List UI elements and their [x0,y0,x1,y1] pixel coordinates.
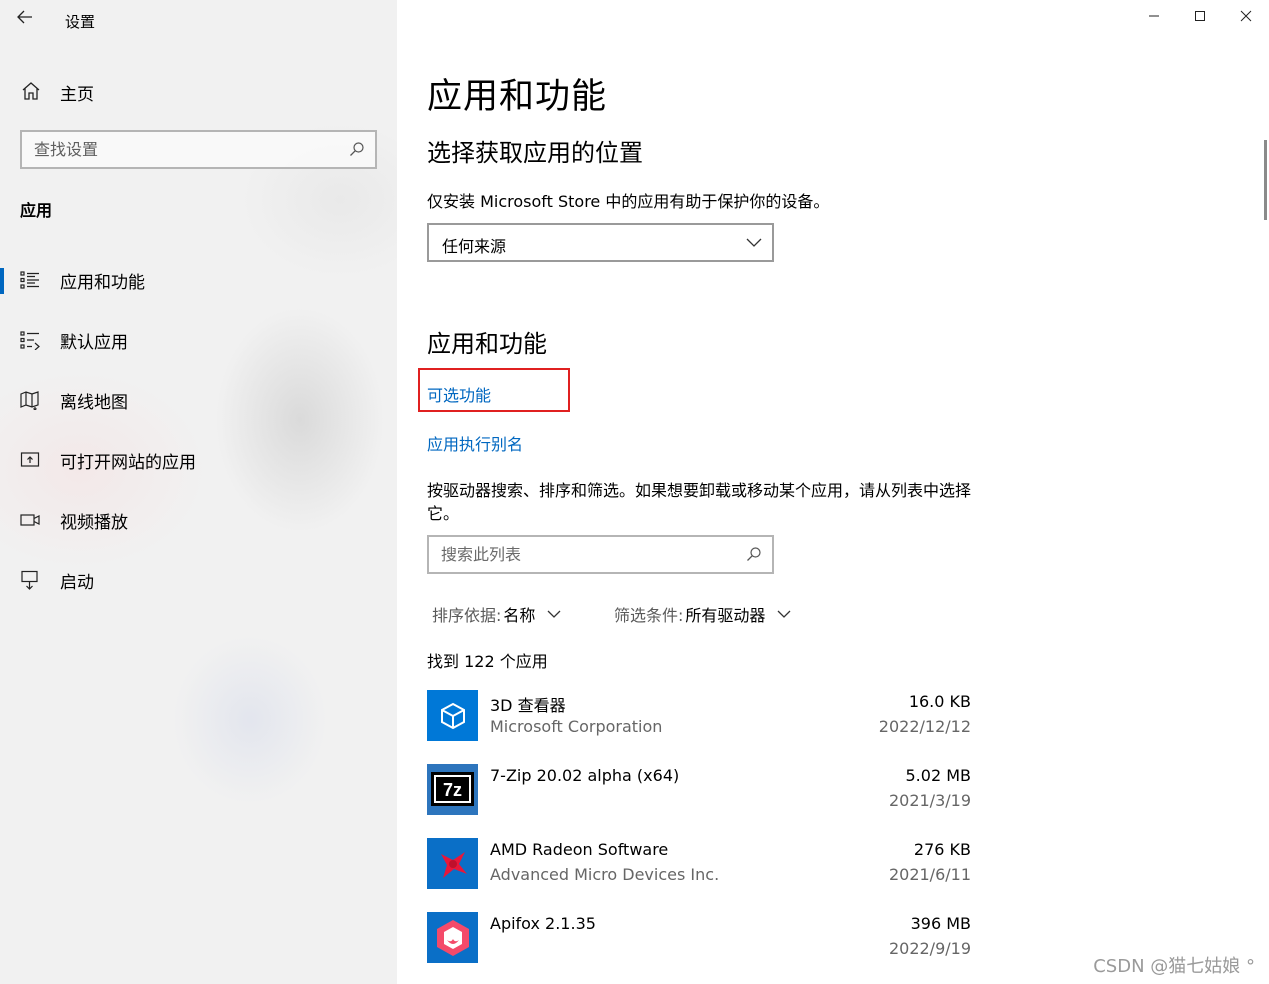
sidebar-item-home[interactable]: 主页 [20,78,380,106]
sidebar-item-label: 启动 [60,572,94,593]
video-playback-icon [20,514,40,526]
sidebar: 设置 主页 应用 应用和功能 默认应用 [0,0,397,984]
apps-section-heading: 应用和功能 [427,330,547,358]
sidebar-item-apps-features[interactable]: 应用和功能 [0,256,397,304]
app-date: 2022/12/12 [878,717,971,736]
settings-search-input[interactable] [22,132,322,167]
chevron-down-icon [777,610,791,618]
app-title: 设置 [65,13,96,31]
home-label: 主页 [60,84,94,105]
sort-value: 名称 [503,606,536,625]
offline-maps-icon [20,391,39,410]
filter-value: 所有驱动器 [685,606,766,625]
app-list-item[interactable]: AMD Radeon Software Advanced Micro Devic… [427,838,972,898]
app-date: 2021/6/11 [888,865,971,884]
app-list-item[interactable]: 7z 7-Zip 20.02 alpha (x64) 5.02 MB 2021/… [427,764,972,824]
apps-for-websites-icon [20,452,40,467]
app-name: 7-Zip 20.02 alpha (x64) [490,766,680,785]
app-size: 396 MB [910,914,971,933]
startup-icon [21,570,38,590]
sidebar-item-label: 可打开网站的应用 [60,452,196,473]
chevron-down-icon [547,610,561,618]
settings-search-box[interactable] [20,130,377,169]
apifox-icon [427,912,478,963]
app-name: 3D 查看器 [490,696,566,715]
search-icon[interactable] [746,546,762,562]
section-label: 应用 [20,201,53,220]
default-apps-icon [20,331,40,350]
amd-radeon-icon [427,838,478,889]
sidebar-item-label: 默认应用 [60,332,128,353]
search-icon[interactable] [349,141,365,157]
app-list-search-input[interactable] [429,537,729,572]
app-count: 找到 122 个应用 [427,652,548,671]
app-list-search-box[interactable] [427,535,774,574]
app-publisher: Advanced Micro Devices Inc. [490,865,720,884]
7zip-icon: 7z [427,764,478,815]
watermark: CSDN @猫七姑娘 ° [1093,956,1255,977]
sidebar-item-offline-maps[interactable]: 离线地图 [0,376,397,424]
sort-key: 排序依据: [432,606,502,625]
selected-indicator [0,268,4,294]
back-button[interactable] [10,4,40,30]
optional-features-link[interactable]: 可选功能 [427,382,491,406]
install-section-heading: 选择获取应用的位置 [427,139,643,167]
sidebar-item-video-playback[interactable]: 视频播放 [0,496,397,544]
sort-dropdown[interactable]: 排序依据: 名称 [432,602,561,626]
sidebar-item-default-apps[interactable]: 默认应用 [0,316,397,364]
app-date: 2022/9/19 [888,939,971,958]
sidebar-item-label: 离线地图 [60,392,128,413]
home-icon [22,82,40,100]
app-source-dropdown[interactable]: 任何来源 [427,223,774,262]
3d-viewer-icon [427,690,478,741]
app-execution-aliases-link[interactable]: 应用执行别名 [427,431,523,455]
chevron-down-icon [746,238,762,247]
app-list-item[interactable]: Apifox 2.1.35 396 MB 2022/9/19 [427,912,972,972]
app-publisher: Microsoft Corporation [490,717,663,736]
sidebar-item-apps-for-websites[interactable]: 可打开网站的应用 [0,436,397,484]
filter-dropdown[interactable]: 筛选条件: 所有驱动器 [614,602,791,626]
scrollbar-thumb[interactable] [1264,140,1267,220]
apps-features-icon [20,271,39,289]
dropdown-value: 任何来源 [442,237,507,256]
app-date: 2021/3/19 [888,791,971,810]
app-name: AMD Radeon Software [490,840,669,859]
install-section-description: 仅安装 Microsoft Store 中的应用有助于保护你的设备。 [427,192,830,211]
filter-key: 筛选条件: [614,606,684,625]
page-title: 应用和功能 [427,77,608,117]
back-arrow-icon [17,10,32,24]
app-name: Apifox 2.1.35 [490,914,596,933]
sidebar-item-label: 视频播放 [60,512,128,533]
app-size: 276 KB [913,840,971,859]
app-size: 5.02 MB [905,766,972,785]
sidebar-item-startup[interactable]: 启动 [0,556,397,604]
apps-section-description: 按驱动器搜索、排序和筛选。如果想要卸载或移动某个应用，请从列表中选择它。 [427,481,972,523]
sidebar-item-label: 应用和功能 [60,272,145,293]
app-size: 16.0 KB [908,692,971,711]
svg-text:7z: 7z [443,780,462,800]
app-list-item[interactable]: 3D 查看器 Microsoft Corporation 16.0 KB 202… [427,690,972,750]
main-content: 应用和功能 选择获取应用的位置 仅安装 Microsoft Store 中的应用… [397,0,1269,984]
